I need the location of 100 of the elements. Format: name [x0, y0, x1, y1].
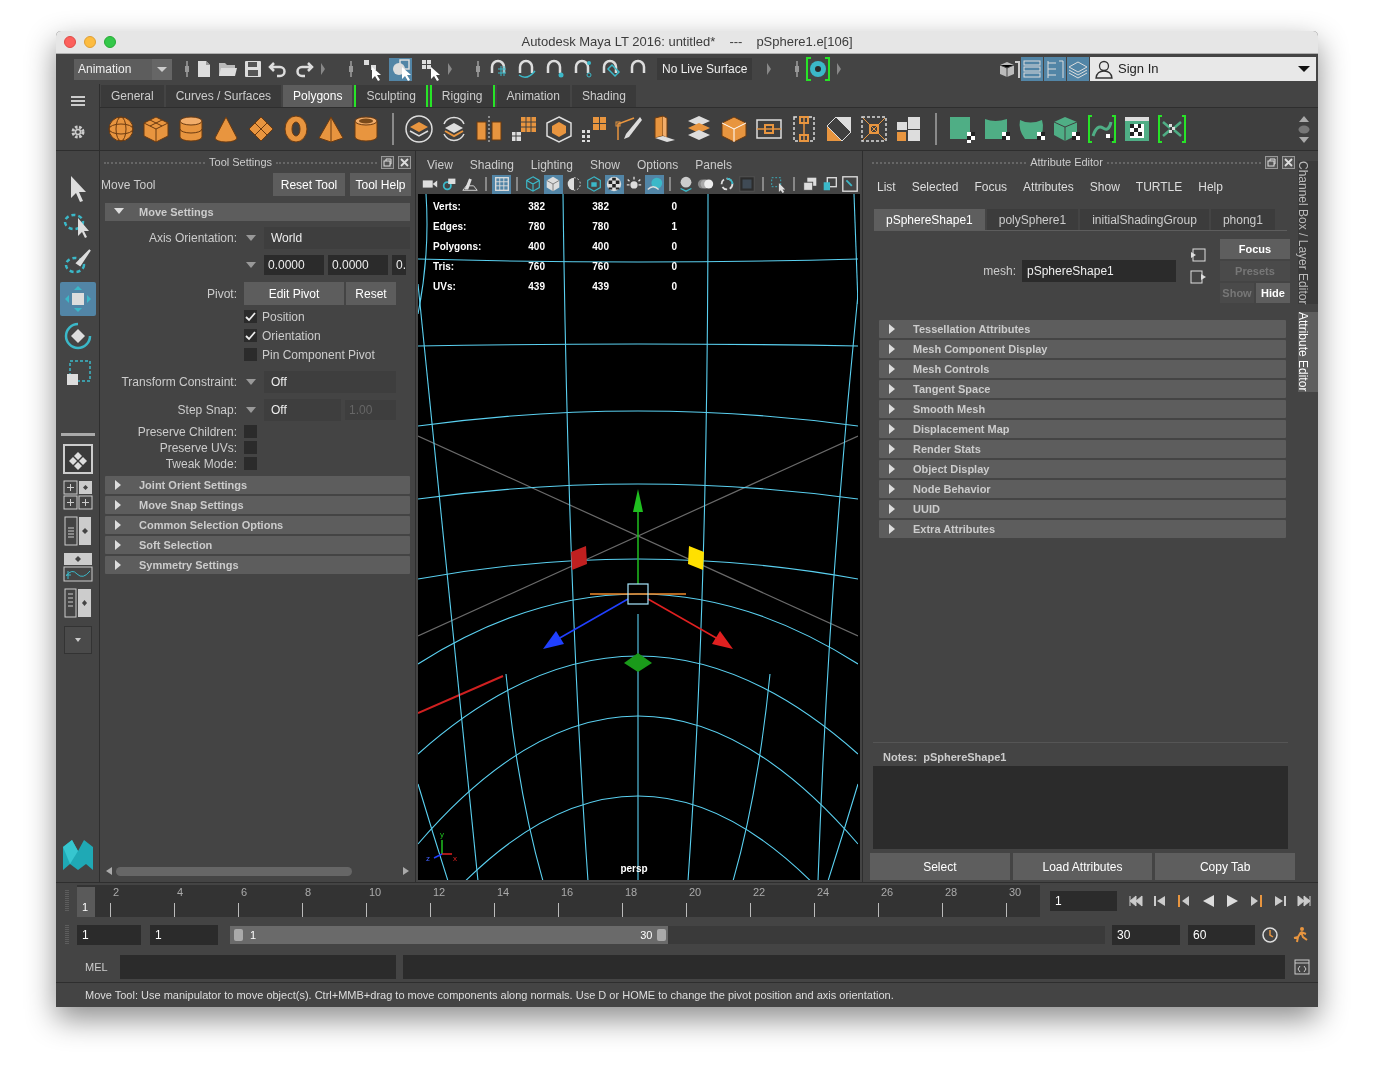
pivot-button[interactable]: Reset	[346, 282, 396, 305]
shelf-tab[interactable]: General	[101, 85, 164, 107]
step-snap-dropdown[interactable]: Off	[264, 398, 341, 421]
axis-input[interactable]: 0.0000	[328, 254, 388, 275]
editor-menu[interactable]: Show	[1089, 178, 1120, 196]
editor-button[interactable]: Load Attributes	[1012, 853, 1153, 880]
live-surface-field[interactable]: No Live Surface	[657, 58, 753, 80]
shaded-icon[interactable]	[543, 174, 563, 194]
section-header[interactable]: Node Behavior	[879, 480, 1286, 498]
section-header[interactable]: Soft Selection	[105, 536, 410, 554]
range-end-handle[interactable]	[656, 929, 666, 941]
mesh-name-field[interactable]: pSphereShape1	[1022, 260, 1176, 282]
close-icon[interactable]	[1282, 156, 1295, 169]
editor-menu[interactable]: Focus	[974, 178, 1008, 196]
current-frame-marker[interactable]: 1	[77, 886, 95, 917]
transform-constraint-dropdown[interactable]: Off	[264, 370, 396, 393]
scroll-handle-icon[interactable]	[1298, 124, 1310, 134]
scroll-up-icon[interactable]	[1298, 114, 1310, 123]
animation-start-field[interactable]: 1	[77, 925, 141, 945]
node-tab[interactable]: initialShadingGroup	[1080, 209, 1209, 230]
new-file-icon[interactable]	[196, 60, 212, 78]
checker-icon[interactable]	[604, 174, 624, 194]
section-header[interactable]: Render Stats	[879, 440, 1286, 458]
scroll-down-icon[interactable]	[1298, 135, 1310, 144]
open-folder-icon[interactable]	[218, 60, 238, 78]
wireframe-icon[interactable]	[523, 174, 543, 194]
node-tab[interactable]: phong1	[1210, 209, 1275, 230]
viewport-menu[interactable]: Panels	[695, 155, 732, 174]
checkbox[interactable]	[244, 348, 257, 361]
checkbox[interactable]	[244, 441, 257, 454]
shelf-tab[interactable]: Animation	[496, 85, 570, 107]
section-header[interactable]: Displacement Map	[879, 420, 1286, 438]
checkbox[interactable]	[244, 457, 257, 470]
tool-button[interactable]: Tool Help	[350, 173, 411, 196]
single-pane-layout-icon[interactable]	[62, 444, 93, 474]
select-object-icon[interactable]	[389, 57, 412, 81]
grid-icon[interactable]	[491, 174, 512, 194]
editor-menu[interactable]: TURTLE	[1135, 178, 1183, 196]
undo-icon[interactable]	[268, 60, 288, 78]
shelf-tab[interactable]: Rigging	[429, 85, 495, 107]
float-panel-icon[interactable]	[381, 156, 394, 169]
running-figure-icon[interactable]	[1291, 926, 1309, 944]
clock-icon[interactable]	[1261, 926, 1279, 944]
range-slider-bar[interactable]	[230, 926, 668, 944]
section-header[interactable]: Move Snap Settings	[105, 496, 410, 514]
viewport-menu[interactable]: Lighting	[530, 155, 573, 174]
pivot-button[interactable]: Edit Pivot	[244, 282, 344, 305]
close-icon[interactable]	[398, 156, 411, 169]
node-tab[interactable]: polySphere1	[986, 209, 1079, 230]
caret-icon[interactable]	[152, 58, 172, 80]
viewport-menu[interactable]: Show	[589, 155, 620, 174]
move-tool-icon[interactable]	[59, 282, 96, 316]
notes-field[interactable]	[873, 766, 1288, 849]
checkbox[interactable]	[244, 425, 257, 438]
section-header[interactable]: Object Display	[879, 460, 1286, 478]
graph-layout-icon[interactable]	[62, 552, 93, 582]
shelf-tab[interactable]: Curves / Surfaces	[165, 85, 282, 107]
editor-menu[interactable]: Selected	[911, 178, 959, 196]
editor-menu[interactable]: Attributes	[1023, 178, 1074, 196]
target-icon[interactable]	[859, 113, 890, 145]
split-cubes-icon[interactable]	[474, 113, 505, 145]
cube-hammer-icon[interactable]	[998, 58, 1020, 80]
select-output-icon[interactable]	[1190, 269, 1206, 285]
uv-wave-icon[interactable]	[1087, 113, 1118, 145]
playback-start-field[interactable]: 1	[150, 925, 218, 945]
scroll-right-icon[interactable]	[402, 866, 410, 876]
close-button[interactable]	[64, 36, 76, 48]
section-header[interactable]: Mesh Component Display	[879, 340, 1286, 358]
scrollbar-thumb[interactable]	[116, 866, 352, 876]
checkbox[interactable]	[244, 329, 257, 342]
scroll-left-icon[interactable]	[105, 866, 113, 876]
sphere-icon[interactable]	[106, 113, 137, 145]
section-header[interactable]: Extra Attributes	[879, 520, 1286, 538]
node-tab[interactable]: pSphereShape1	[874, 209, 985, 230]
save-icon[interactable]	[244, 60, 262, 78]
range-start-handle[interactable]	[234, 929, 243, 941]
grip-icon[interactable]	[64, 924, 69, 946]
select-input-icon[interactable]	[1190, 247, 1206, 263]
viewport-menu[interactable]: Options	[636, 155, 679, 174]
animation-end-field[interactable]: 60	[1188, 925, 1255, 945]
side-tab[interactable]: Channel Box / Layer Editor	[1298, 161, 1318, 305]
tool-button[interactable]: Reset Tool	[273, 173, 345, 196]
shelf-tab[interactable]: Polygons	[283, 85, 353, 107]
viewport-menu[interactable]: Shading	[469, 155, 514, 174]
section-header[interactable]: Smooth Mesh	[879, 400, 1286, 418]
shelf-tab[interactable]: Sculpting	[354, 85, 428, 107]
shelf-tab[interactable]: Shading	[571, 85, 636, 107]
editor-menu[interactable]: List	[877, 178, 896, 196]
viewport-menu[interactable]: View	[427, 155, 453, 174]
script-editor-icon[interactable]	[1293, 959, 1310, 975]
menu-set-dropdown[interactable]: Animation	[74, 58, 172, 80]
checkbox[interactable]	[244, 310, 257, 323]
section-header[interactable]: Symmetry Settings	[105, 556, 410, 574]
editor-button[interactable]: Copy Tab	[1155, 853, 1295, 880]
time-slider[interactable]: 1 2 4 6 8 10 12 14 16 18 20 22 24 26 28 30	[77, 884, 1040, 917]
section-header[interactable]: Tessellation Attributes	[879, 320, 1286, 338]
float-panel-icon[interactable]	[1265, 156, 1278, 169]
hide-button[interactable]: Hide	[1256, 283, 1290, 303]
range-slider-track[interactable]: 1 30	[230, 926, 1105, 944]
section-header[interactable]: UUID	[879, 500, 1286, 518]
